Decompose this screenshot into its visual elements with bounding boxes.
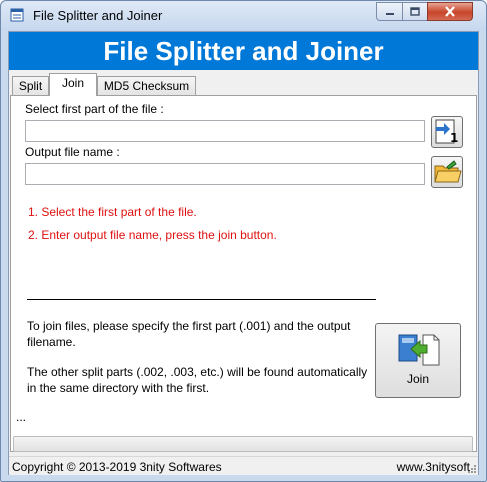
app-window: File Splitter and Joiner File Splitter a… [0, 0, 487, 482]
minimize-button[interactable] [376, 2, 403, 21]
open-part-file-icon: 1 [435, 119, 458, 145]
save-folder-icon [434, 160, 462, 183]
divider-line [27, 299, 376, 300]
app-icon [10, 8, 24, 22]
app-banner: File Splitter and Joiner [9, 32, 478, 70]
minimize-icon [385, 12, 394, 15]
browse-first-part-button[interactable]: 1 [431, 116, 463, 148]
close-icon [445, 6, 455, 17]
copyright-text: Copyright © 2013-2019 3nity Softwares [12, 460, 222, 474]
maximize-icon [410, 7, 420, 16]
status-bar: Copyright © 2013-2019 3nity Softwares ww… [9, 456, 478, 475]
status-ellipsis: ... [16, 410, 27, 424]
help-text-1: To join files, please specify the first … [27, 319, 351, 349]
first-part-input[interactable] [25, 120, 425, 142]
client-area: File Splitter and Joiner Split Join MD5 … [8, 31, 479, 475]
step-2-text: 2. Enter output file name, press the joi… [28, 228, 277, 242]
output-file-label: Output file name : [25, 145, 120, 159]
resize-grip-icon[interactable] [467, 464, 477, 474]
tab-join[interactable]: Join [49, 73, 97, 96]
close-button[interactable] [427, 2, 473, 21]
join-files-icon [398, 334, 440, 366]
join-panel: Select first part of the file : 1 Output… [10, 95, 477, 452]
tab-split[interactable]: Split [12, 76, 49, 96]
browse-output-button[interactable] [431, 156, 463, 188]
tab-md5-checksum[interactable]: MD5 Checksum [97, 76, 196, 96]
join-button-label: Join [406, 372, 429, 386]
step-1-text: 1. Select the first part of the file. [28, 205, 197, 219]
first-part-label: Select first part of the file : [25, 102, 164, 116]
join-button[interactable]: Join [375, 323, 461, 398]
progress-bar [13, 436, 473, 452]
window-title: File Splitter and Joiner [33, 8, 163, 23]
svg-text:1: 1 [450, 131, 458, 145]
help-text-2: The other split parts (.002, .003, etc.)… [27, 365, 368, 395]
maximize-button[interactable] [402, 2, 428, 21]
title-bar[interactable]: File Splitter and Joiner [1, 1, 486, 31]
website-text: www.3nitysoft [396, 460, 470, 474]
output-file-input[interactable] [25, 163, 425, 185]
